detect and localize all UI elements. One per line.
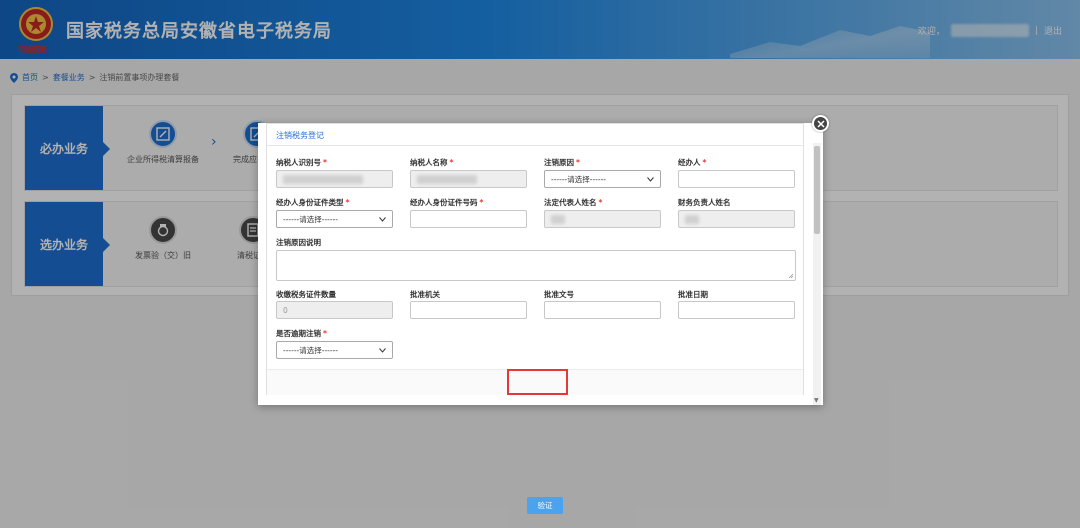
cancel-reason-select[interactable]: ------请选择------	[544, 170, 661, 188]
approval-org-input[interactable]	[410, 301, 527, 319]
verify-button[interactable]: 验证	[527, 497, 563, 514]
handler-id-type-select[interactable]: ------请选择------	[276, 210, 393, 228]
chevron-down-icon	[379, 216, 386, 222]
close-icon[interactable]	[812, 115, 829, 132]
handler-input[interactable]	[678, 170, 795, 188]
approval-org-label: 批准机关	[410, 290, 440, 299]
finance-head-name-label: 财务负责人姓名	[678, 198, 731, 207]
chevron-down-icon	[647, 176, 654, 182]
resize-grip-icon[interactable]	[788, 273, 794, 279]
modal-title: 注销税务登记	[276, 131, 324, 140]
legal-rep-name-field	[544, 210, 661, 228]
cert-count-field: 0	[276, 301, 393, 319]
legal-rep-name-label: 法定代表人姓名 *	[544, 198, 603, 207]
overdue-cancel-select[interactable]: ------请选择------	[276, 341, 393, 359]
title-divider	[267, 145, 803, 146]
scroll-thumb[interactable]	[814, 146, 820, 234]
handler-id-type-label: 经办人身份证件类型 *	[276, 198, 350, 207]
cert-count-label: 收缴税务证件数量	[276, 290, 336, 299]
taxpayer-name-field	[410, 170, 527, 188]
taxpayer-name-label: 纳税人名称 *	[410, 158, 454, 167]
approval-doc-label: 批准文号	[544, 290, 574, 299]
approval-date-input[interactable]	[678, 301, 795, 319]
cancel-reason-label: 注销原因 *	[544, 158, 580, 167]
overdue-cancel-label: 是否逾期注销 *	[276, 329, 327, 338]
scroll-down-arrow-icon[interactable]: ▼	[814, 397, 819, 404]
cancel-registration-modal: 注销税务登记 纳税人识别号 * 纳税人名称 * 注销原因 * 经办人 * ------请…	[258, 123, 823, 514]
taxpayer-id-label: 纳税人识别号 *	[276, 158, 327, 167]
verify-button-highlight	[507, 369, 568, 395]
handler-id-number-input[interactable]	[410, 210, 527, 228]
modal-form-panel: 注销税务登记 纳税人识别号 * 纳税人名称 * 注销原因 * 经办人 * ------请…	[266, 123, 804, 514]
approval-date-label: 批准日期	[678, 290, 708, 299]
taxpayer-id-field	[276, 170, 393, 188]
approval-doc-input[interactable]	[544, 301, 661, 319]
handler-label: 经办人 *	[678, 158, 707, 167]
handler-id-number-label: 经办人身份证件号码 *	[410, 198, 484, 207]
reason-desc-label: 注销原因说明	[276, 238, 321, 247]
reason-desc-textarea[interactable]	[276, 250, 796, 281]
modal-scrollbar[interactable]: ▼	[813, 143, 821, 405]
chevron-down-icon	[379, 347, 386, 353]
finance-head-name-field	[678, 210, 795, 228]
